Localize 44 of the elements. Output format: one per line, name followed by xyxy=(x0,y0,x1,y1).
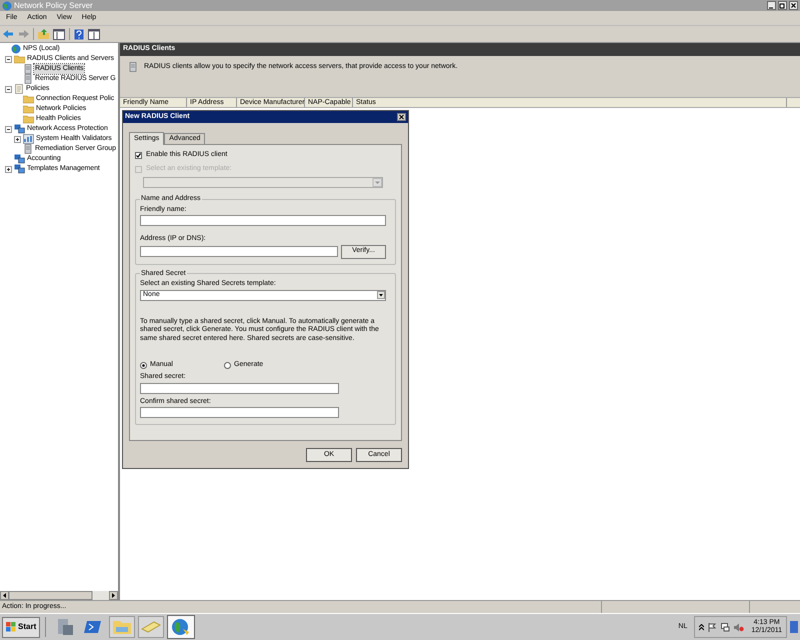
windows-logo-icon xyxy=(6,622,16,632)
server-icon xyxy=(23,64,33,74)
expand-icon[interactable] xyxy=(5,166,12,172)
monitor-icon[interactable] xyxy=(721,622,730,632)
server-icon xyxy=(23,74,33,84)
chevron-up-icon[interactable] xyxy=(699,624,704,630)
collapse-icon[interactable] xyxy=(5,126,12,132)
folder-icon xyxy=(14,54,25,64)
server-icon xyxy=(128,62,138,72)
shared-secret-field[interactable] xyxy=(140,382,339,394)
folder-icon xyxy=(23,94,34,104)
window-title: Network Policy Server xyxy=(14,0,94,12)
checkbox[interactable] xyxy=(135,152,142,158)
expand-icon[interactable] xyxy=(14,136,21,142)
start-button[interactable]: Start xyxy=(2,616,40,638)
globe-icon xyxy=(11,44,21,54)
collapse-icon[interactable] xyxy=(5,56,12,62)
computers-icon xyxy=(14,154,25,164)
globe-icon xyxy=(2,0,12,10)
address-field[interactable] xyxy=(140,246,338,257)
restore-icon[interactable] xyxy=(778,1,787,10)
collapse-icon[interactable] xyxy=(5,86,12,92)
folder-icon xyxy=(23,114,34,124)
radio-button[interactable] xyxy=(140,362,147,368)
panel-icon[interactable] xyxy=(88,28,100,40)
close-icon[interactable] xyxy=(789,1,798,10)
confirm-secret-field[interactable] xyxy=(140,407,339,418)
radio-button[interactable] xyxy=(224,362,231,368)
dropdown-arrow-icon xyxy=(377,291,385,299)
friendly-name-field[interactable] xyxy=(140,215,386,226)
tree-pane-icon[interactable] xyxy=(53,28,65,40)
globe-icon[interactable] xyxy=(167,615,196,639)
folder-icon xyxy=(23,104,34,114)
computers-icon xyxy=(14,164,25,174)
help-icon[interactable] xyxy=(74,28,84,40)
close-icon[interactable] xyxy=(397,113,406,121)
chart-icon xyxy=(23,134,34,144)
computers-icon xyxy=(14,124,25,134)
flag-icon[interactable] xyxy=(708,622,718,632)
speaker-muted-icon[interactable] xyxy=(734,622,744,632)
server-icon xyxy=(23,144,33,154)
minimize-icon[interactable] xyxy=(767,1,776,10)
document-icon xyxy=(14,84,24,94)
horizontal-scrollbar[interactable] xyxy=(0,591,118,600)
